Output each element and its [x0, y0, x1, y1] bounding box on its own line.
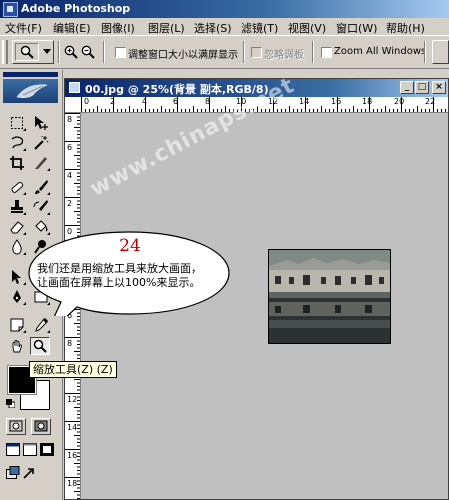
ignore-palettes-checkbox	[251, 47, 262, 58]
options-grip[interactable]	[2, 40, 8, 64]
toolbox-header-logo[interactable]	[3, 79, 58, 103]
ruler-number: 2	[67, 199, 73, 208]
crop-tool-icon[interactable]	[7, 154, 27, 172]
ruler-number: 4	[67, 171, 73, 180]
ruler-number: 18	[362, 97, 373, 106]
eyedropper-tool-icon[interactable]	[31, 316, 51, 334]
ruler-number: 6	[173, 97, 179, 106]
ruler-number: 18	[67, 479, 78, 488]
ruler-number: 4	[142, 97, 148, 106]
menu-layer[interactable]: 图层(L)	[148, 20, 185, 36]
menu-edit[interactable]: 编辑(E)	[53, 20, 91, 36]
zoom-all-windows-label: Zoom All Windows	[334, 46, 427, 57]
ruler-number: 2	[110, 97, 116, 106]
imageready-arrow-icon[interactable]	[22, 466, 36, 480]
clone-stamp-tool-icon[interactable]	[7, 198, 27, 216]
ruler-number: 14	[299, 97, 310, 106]
blur-tool-icon[interactable]	[7, 238, 27, 256]
ruler-number: 8	[205, 97, 211, 106]
zoom-preset-icon	[15, 43, 39, 61]
default-colors-icon[interactable]	[6, 398, 16, 409]
maximize-button[interactable]: □	[415, 81, 429, 94]
menu-view[interactable]: 视图(V)	[288, 20, 326, 36]
ruler-number: 16	[67, 451, 78, 460]
menu-help[interactable]: 帮助(H)	[386, 20, 425, 36]
options-bar: 调整窗口大小以满屏显示 忽略调板 Zoom All Windows	[0, 35, 449, 69]
canvas-image[interactable]	[268, 249, 391, 344]
full-screen-mode-icon[interactable]	[40, 443, 54, 456]
separator	[424, 41, 426, 63]
standard-mode-icon[interactable]	[6, 418, 26, 435]
resize-windows-label: 调整窗口大小以满屏显示	[128, 50, 238, 61]
chevron-down-icon	[43, 49, 51, 54]
jump-to-imageready-icon[interactable]	[6, 466, 20, 480]
separator	[243, 41, 245, 63]
notes-tool-icon[interactable]	[7, 316, 27, 334]
pen-tool-icon[interactable]	[7, 288, 27, 306]
ruler-number: 8	[67, 339, 73, 348]
callout-text: 我们还是用缩放工具来放大画面， 让画面在屏幕上以100%来显示。	[37, 262, 227, 290]
full-screen-menu-mode-icon[interactable]	[23, 443, 37, 456]
tool-preset-picker[interactable]	[12, 40, 54, 64]
brush-tool-icon[interactable]	[31, 178, 51, 196]
toolbox-title-grip[interactable]	[3, 72, 58, 77]
zoom-tool-icon[interactable]	[30, 337, 50, 355]
menu-window[interactable]: 窗口(W)	[336, 20, 377, 36]
ruler-number: 14	[67, 423, 78, 432]
callout-line-1: 我们还是用缩放工具来放大画面，	[37, 262, 202, 275]
healing-brush-tool-icon[interactable]	[7, 178, 27, 196]
zoom-in-icon[interactable]	[64, 45, 78, 59]
callout-step-number: 24	[119, 236, 141, 256]
ruler-number: 6	[67, 143, 73, 152]
document-icon	[69, 82, 80, 93]
ruler-number: 12	[67, 395, 78, 404]
photoshop-logo-icon	[3, 2, 18, 17]
ruler-number: 20	[394, 97, 405, 106]
separator	[58, 41, 60, 63]
menu-select[interactable]: 选择(S)	[194, 20, 232, 36]
hand-tool-icon[interactable]	[7, 338, 27, 356]
standard-screen-mode-icon[interactable]	[6, 443, 20, 456]
menu-filter[interactable]: 滤镜(T)	[241, 20, 278, 36]
magic-wand-tool-icon[interactable]	[31, 134, 51, 152]
path-selection-tool-icon[interactable]	[7, 268, 27, 286]
ignore-palettes-label: 忽略调板	[264, 50, 304, 61]
menu-image[interactable]: 图像(I)	[101, 20, 135, 36]
menu-bar: 文件(F) 编辑(E) 图像(I) 图层(L) 选择(S) 滤镜(T) 视图(V…	[0, 18, 449, 35]
separator	[103, 41, 105, 63]
minimize-button[interactable]: _	[400, 81, 414, 94]
slice-tool-icon[interactable]	[31, 154, 51, 172]
ruler-number: 8	[67, 115, 73, 124]
zoom-all-windows-checkbox[interactable]	[321, 47, 332, 58]
close-button[interactable]: ×	[432, 81, 446, 94]
app-title: Adobe Photoshop	[21, 2, 131, 15]
zoom-out-icon[interactable]	[81, 45, 95, 59]
eraser-tool-icon[interactable]	[7, 218, 27, 236]
marquee-tool-icon[interactable]	[7, 114, 27, 132]
lasso-tool-icon[interactable]	[7, 134, 27, 152]
ruler-number: 0	[84, 97, 90, 106]
separator	[312, 41, 314, 63]
app-title-bar: Adobe Photoshop	[0, 0, 449, 18]
menu-file[interactable]: 文件(F)	[5, 20, 42, 36]
zoom-tool-tooltip: 缩放工具(Z) (Z)	[29, 361, 117, 378]
actual-pixels-button[interactable]	[432, 40, 449, 64]
move-tool-icon[interactable]	[31, 114, 51, 132]
resize-windows-checkbox[interactable]	[115, 47, 126, 58]
callout-line-2: 让画面在屏幕上以100%来显示。	[37, 276, 201, 289]
history-brush-tool-icon[interactable]	[31, 198, 51, 216]
document-title: 00.jpg @ 25%(背景 副本,RGB/8)	[85, 83, 269, 96]
quick-mask-mode-icon[interactable]	[31, 418, 51, 435]
ruler-number: 22	[425, 97, 436, 106]
ruler-number: 16	[331, 97, 342, 106]
